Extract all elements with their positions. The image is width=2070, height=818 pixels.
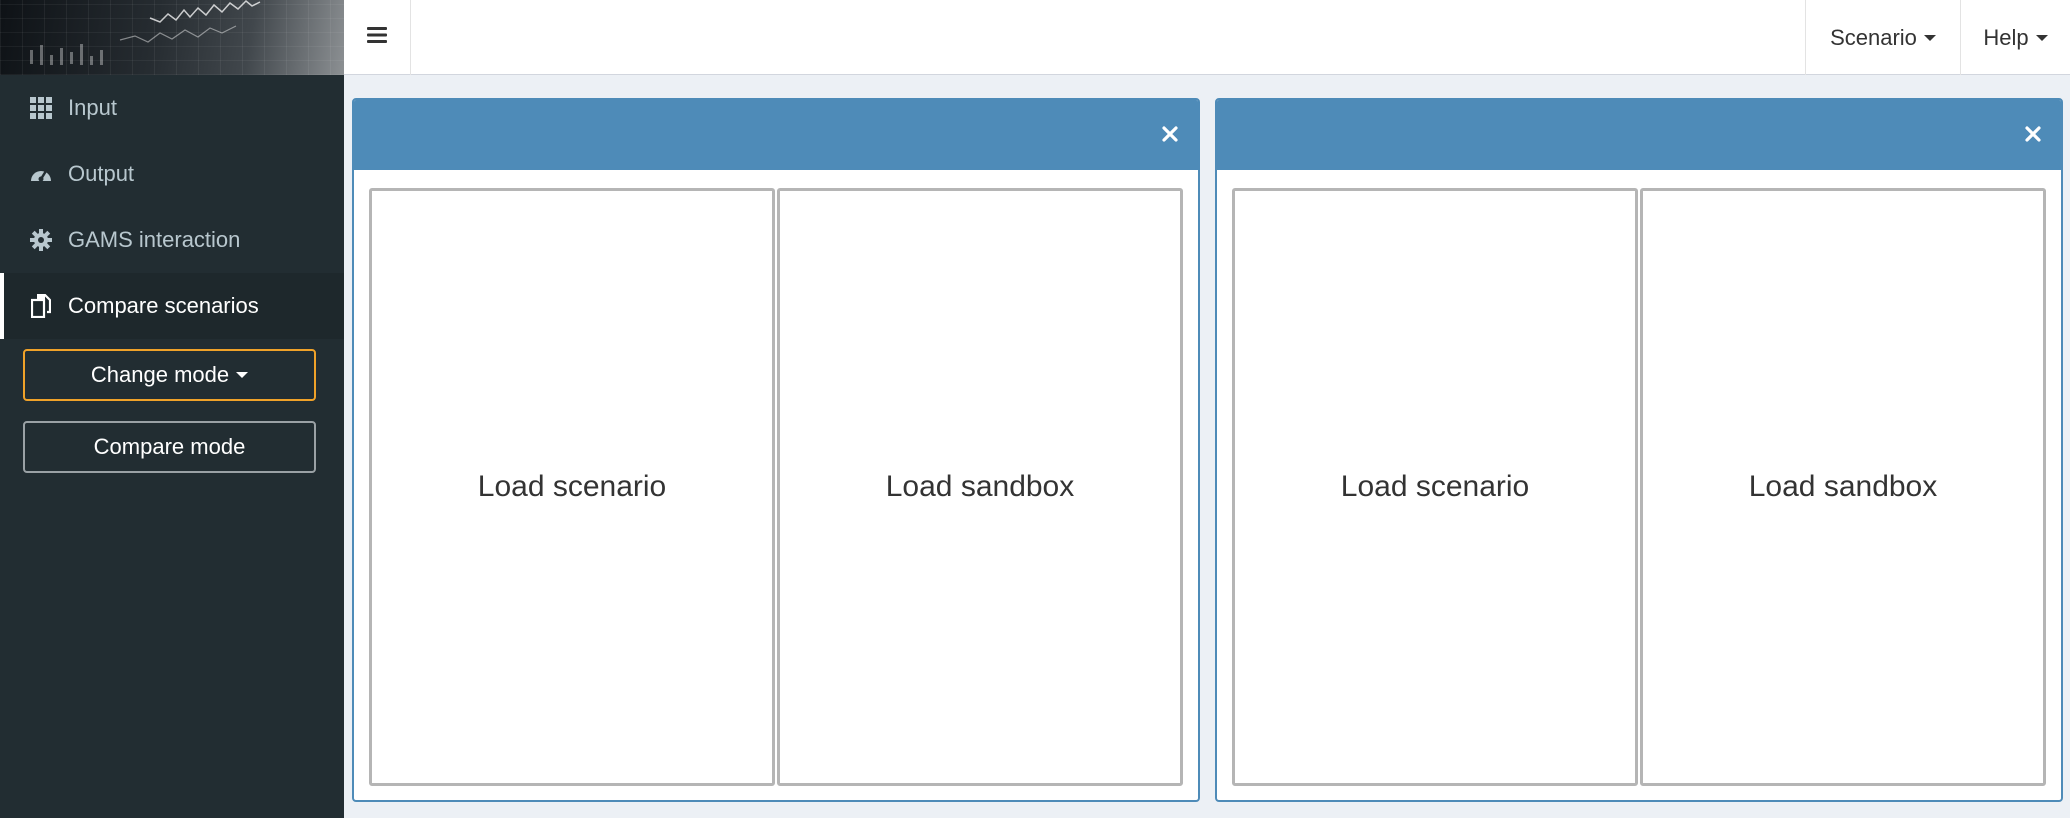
top-navbar: Scenario Help <box>344 0 2070 75</box>
caret-down-icon <box>2035 34 2048 41</box>
load-scenario-label: Load scenario <box>1340 470 1530 503</box>
panel-header <box>354 100 1198 170</box>
caret-down-icon <box>236 372 249 378</box>
sidebar: Input Output GAMS interaction Compare sc… <box>0 75 344 818</box>
scenario-panel-1: Load scenario Load sandbox <box>352 98 1200 802</box>
sidebar-item-label: Output <box>68 161 135 186</box>
close-icon[interactable] <box>2019 120 2047 148</box>
compare-mode-button[interactable]: Compare mode <box>23 421 316 473</box>
sidebar-item-gams-interaction[interactable]: GAMS interaction <box>0 207 344 273</box>
help-menu-label: Help <box>1983 24 2029 50</box>
load-sandbox-button[interactable]: Load sandbox <box>1640 188 2046 786</box>
app-logo <box>0 0 344 75</box>
hamburger-icon <box>367 26 387 49</box>
dashboard-icon <box>28 161 54 187</box>
sidebar-item-compare-scenarios[interactable]: Compare scenarios <box>0 273 344 339</box>
compare-mode-label: Compare mode <box>93 434 246 459</box>
load-scenario-button[interactable]: Load scenario <box>369 188 775 786</box>
panel-header <box>1217 100 2061 170</box>
sidebar-item-input[interactable]: Input <box>0 75 344 141</box>
sidebar-item-output[interactable]: Output <box>0 141 344 207</box>
load-sandbox-label: Load sandbox <box>1748 470 1938 503</box>
sidebar-item-label: Compare scenarios <box>68 293 259 318</box>
load-scenario-label: Load scenario <box>477 470 667 503</box>
scenario-menu[interactable]: Scenario <box>1805 0 1960 75</box>
change-mode-label: Change mode <box>90 362 230 387</box>
caret-down-icon <box>1923 34 1936 41</box>
scenario-menu-label: Scenario <box>1830 24 1917 50</box>
help-menu[interactable]: Help <box>1960 0 2070 75</box>
sidebar-toggle-button[interactable] <box>344 0 411 75</box>
gear-icon <box>28 227 54 253</box>
sidebar-item-label: Input <box>68 95 117 120</box>
load-sandbox-label: Load sandbox <box>885 470 1075 503</box>
load-scenario-button[interactable]: Load scenario <box>1232 188 1638 786</box>
load-sandbox-button[interactable]: Load sandbox <box>777 188 1183 786</box>
scenario-panel-2: Load scenario Load sandbox <box>1215 98 2063 802</box>
change-mode-button[interactable]: Change mode <box>23 349 316 401</box>
grid-icon <box>28 95 54 121</box>
sidebar-item-label: GAMS interaction <box>68 227 241 252</box>
copy-icon <box>28 293 54 319</box>
close-icon[interactable] <box>1156 120 1184 148</box>
